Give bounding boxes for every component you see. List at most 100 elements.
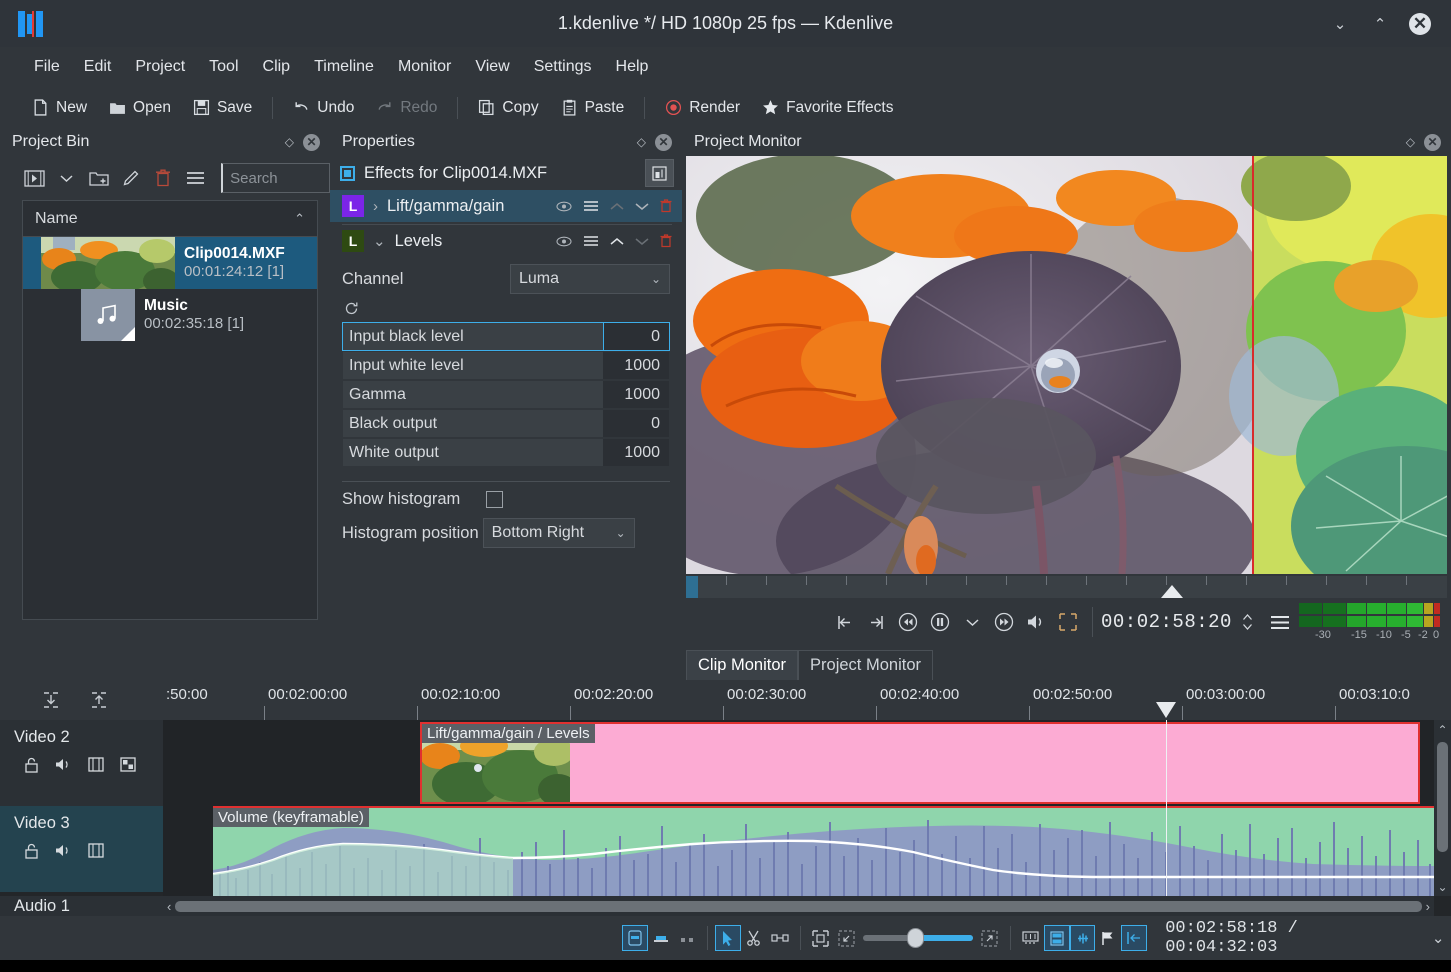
status-chevron-down-icon[interactable]: ⌄ xyxy=(1425,925,1451,951)
undo-button[interactable]: Undo xyxy=(283,95,364,121)
timeline-ruler-scale[interactable]: :50:00 00:02:00:00 00:02:10:00 00:02:20:… xyxy=(163,680,1451,720)
horizontal-scroll-thumb[interactable] xyxy=(175,901,1421,912)
delete-effect-icon[interactable] xyxy=(660,199,672,213)
tab-clip-monitor[interactable]: Clip Monitor xyxy=(686,650,798,680)
float-icon[interactable]: ◇ xyxy=(637,135,646,149)
timeline-playhead[interactable] xyxy=(1166,720,1167,896)
open-button[interactable]: Open xyxy=(99,95,181,121)
mute-icon[interactable] xyxy=(55,757,72,773)
timeline-ruler[interactable]: :50:00 00:02:00:00 00:02:10:00 00:02:20:… xyxy=(0,680,1451,720)
close-icon[interactable]: ✕ xyxy=(655,134,672,151)
track-header-video-3[interactable]: Video 3 xyxy=(0,806,163,892)
timeline-vertical-scrollbar[interactable]: ⌃ ⌄ xyxy=(1434,720,1451,896)
param-input-white-level[interactable]: Input white level 1000 xyxy=(342,351,670,380)
scroll-right-icon[interactable]: › xyxy=(1422,899,1434,914)
favorite-effects-button[interactable]: Favorite Effects xyxy=(752,95,903,121)
param-value[interactable]: 1000 xyxy=(603,439,669,466)
menu-project[interactable]: Project xyxy=(123,55,197,79)
set-zone-in-icon[interactable] xyxy=(828,607,860,637)
timeline-clip-audio[interactable]: Volume (keyframable) xyxy=(213,806,1434,896)
move-down-icon[interactable] xyxy=(635,202,649,211)
vertical-scroll-thumb[interactable] xyxy=(1437,742,1448,852)
keyframe-reset-icon[interactable] xyxy=(330,297,682,322)
extract-zone-icon[interactable] xyxy=(90,691,108,709)
delete-trash-icon[interactable] xyxy=(151,166,176,190)
monitor-playhead[interactable] xyxy=(1161,585,1183,598)
save-button[interactable]: Save xyxy=(183,95,262,121)
effect-stack-options-button[interactable] xyxy=(645,159,674,187)
lock-icon[interactable] xyxy=(24,757,39,773)
menu-file[interactable]: File xyxy=(22,55,72,79)
show-audio-thumbnails-icon[interactable] xyxy=(1070,925,1096,951)
snap-icon[interactable] xyxy=(1121,925,1147,951)
rewind-icon[interactable] xyxy=(892,607,924,637)
markers-icon[interactable] xyxy=(1095,925,1121,951)
eye-icon[interactable] xyxy=(556,236,572,247)
chevron-down-icon[interactable] xyxy=(54,166,79,190)
float-icon[interactable]: ◇ xyxy=(1406,135,1415,149)
close-icon[interactable]: ✕ xyxy=(303,134,320,151)
fit-zoom-icon[interactable] xyxy=(808,925,834,951)
show-video-thumbnails-icon[interactable] xyxy=(1044,925,1070,951)
selection-tool-icon[interactable] xyxy=(715,925,741,951)
effect-menu-icon[interactable] xyxy=(583,200,599,212)
param-value[interactable]: 0 xyxy=(603,323,669,350)
maximize-button[interactable]: ⌃ xyxy=(1369,13,1391,35)
eye-icon[interactable] xyxy=(556,201,572,212)
show-histogram-checkbox[interactable] xyxy=(486,491,503,508)
param-value[interactable]: 0 xyxy=(603,410,669,437)
add-clip-icon[interactable] xyxy=(22,166,47,190)
histogram-position-select[interactable]: Bottom Right ⌄ xyxy=(483,518,635,548)
minimize-button[interactable]: ⌄ xyxy=(1329,13,1351,35)
close-button[interactable]: ✕ xyxy=(1409,13,1431,35)
timeline-zoom-slider[interactable] xyxy=(863,935,973,941)
param-value[interactable]: 1000 xyxy=(603,381,669,408)
scroll-left-icon[interactable]: ‹ xyxy=(163,899,175,914)
menu-view[interactable]: View xyxy=(463,55,521,79)
insert-mode-icon[interactable] xyxy=(674,925,700,951)
menu-monitor[interactable]: Monitor xyxy=(386,55,463,79)
normal-edit-mode-icon[interactable] xyxy=(622,925,648,951)
hamburger-menu-icon[interactable] xyxy=(183,166,208,190)
collapse-chevron-icon[interactable]: ⌄ xyxy=(373,232,386,250)
track-header-audio-1[interactable]: Audio 1 xyxy=(0,896,163,916)
video-icon[interactable] xyxy=(88,757,104,773)
delete-effect-icon[interactable] xyxy=(660,234,672,248)
float-icon[interactable]: ◇ xyxy=(285,135,294,149)
video-icon[interactable] xyxy=(88,843,104,859)
monitor-timecode[interactable]: 00:02:58:20 xyxy=(1101,611,1232,633)
zoom-slider-handle[interactable] xyxy=(907,928,924,948)
menu-help[interactable]: Help xyxy=(604,55,661,79)
set-zone-out-icon[interactable] xyxy=(860,607,892,637)
track-header-video-2[interactable]: Video 2 xyxy=(0,720,163,806)
forward-icon[interactable] xyxy=(988,607,1020,637)
lock-icon[interactable] xyxy=(24,843,39,859)
render-button[interactable]: Render xyxy=(655,95,750,121)
menu-settings[interactable]: Settings xyxy=(522,55,604,79)
channel-select[interactable]: Luma ⌄ xyxy=(510,264,670,294)
overwrite-mode-icon[interactable] xyxy=(648,925,674,951)
effect-menu-icon[interactable] xyxy=(583,235,599,247)
chevron-down-icon[interactable] xyxy=(956,607,988,637)
menu-edit[interactable]: Edit xyxy=(72,55,124,79)
tab-project-monitor[interactable]: Project Monitor xyxy=(798,650,933,680)
param-input-black-level[interactable]: Input black level 0 xyxy=(342,322,670,351)
bin-column-header[interactable]: Name ⌃ xyxy=(23,201,317,237)
timeline-playhead-handle[interactable] xyxy=(1156,702,1176,718)
param-white-output[interactable]: White output 1000 xyxy=(342,438,670,467)
new-folder-icon[interactable] xyxy=(86,166,111,190)
move-up-icon[interactable] xyxy=(610,202,624,211)
volume-icon[interactable] xyxy=(1020,607,1052,637)
scroll-up-icon[interactable]: ⌃ xyxy=(1434,720,1451,737)
timeline-clip-video[interactable]: Lift/gamma/gain / Levels xyxy=(420,722,1420,804)
insert-zone-icon[interactable] xyxy=(42,691,60,709)
mute-icon[interactable] xyxy=(55,843,72,859)
menu-timeline[interactable]: Timeline xyxy=(302,55,386,79)
monitor-video-display[interactable] xyxy=(686,156,1447,574)
effect-row-levels[interactable]: L ⌄ Levels xyxy=(330,225,682,257)
scroll-down-icon[interactable]: ⌄ xyxy=(1434,880,1451,894)
track-video-3-lane[interactable]: Volume (keyframable) xyxy=(163,806,1451,896)
menu-tool[interactable]: Tool xyxy=(197,55,250,79)
new-button[interactable]: New xyxy=(22,95,97,121)
menu-clip[interactable]: Clip xyxy=(251,55,303,79)
